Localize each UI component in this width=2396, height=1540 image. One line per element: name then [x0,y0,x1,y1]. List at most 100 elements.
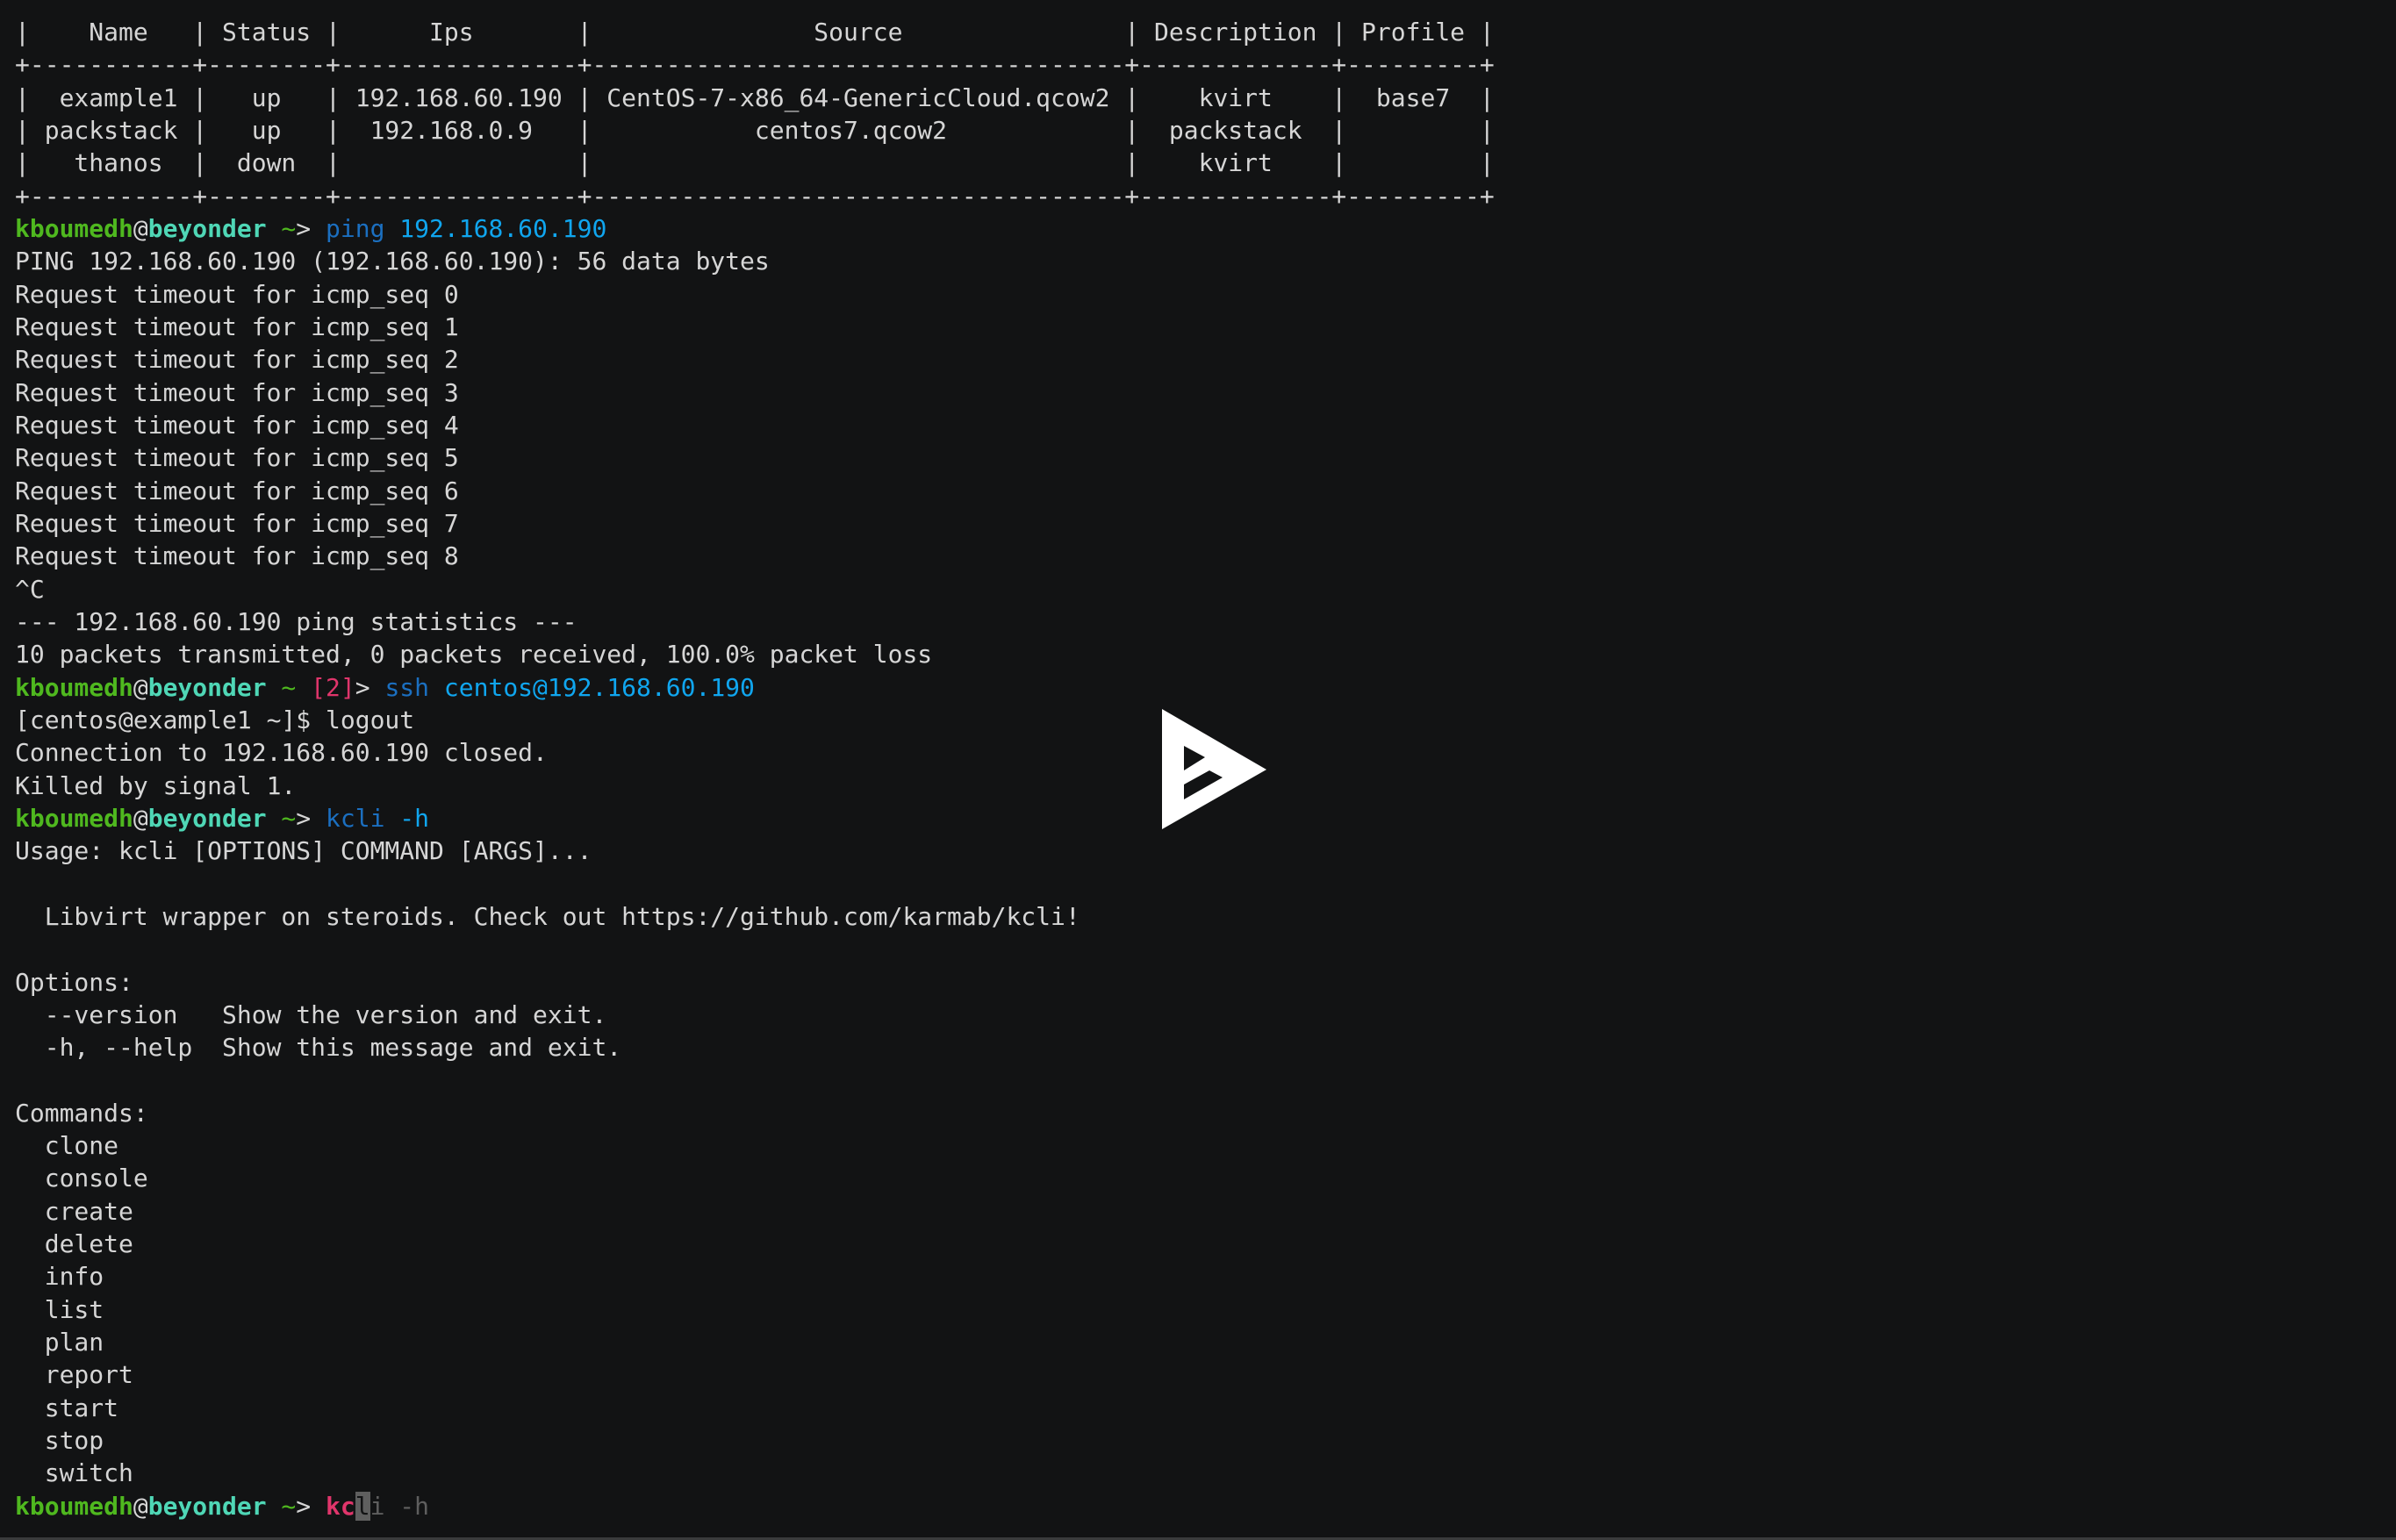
terminal-line: | Name | Status | Ips | Source | Descrip… [15,16,1495,48]
prompt-host: beyonder [147,1491,267,1521]
terminal-line: -h, --help Show this message and exit. [15,1031,1495,1064]
terminal-line: Request timeout for icmp_seq 8 [15,540,1495,572]
terminal-line: plan [15,1326,1495,1358]
prompt-user: kboumedh [15,213,133,243]
prompt-arrow: > [296,213,326,243]
autosuggestion: i -h [369,1491,430,1521]
prompt-user: kboumedh [15,672,133,702]
terminal-line: Libvirt wrapper on steroids. Check out h… [15,900,1495,933]
terminal-line: Request timeout for icmp_seq 4 [15,409,1495,441]
output-text: info [15,1262,104,1292]
terminal-line: Request timeout for icmp_seq 2 [15,343,1495,376]
output-text: PING 192.168.60.190 (192.168.60.190): 56… [15,247,770,276]
terminal-line: PING 192.168.60.190 (192.168.60.190): 56… [15,245,1495,277]
output-text: list [15,1294,104,1324]
output-text: --version Show the version and exit. [15,999,607,1029]
terminal-line: --- 192.168.60.190 ping statistics --- [15,605,1495,638]
terminal-line: start [15,1392,1495,1424]
output-text: Request timeout for icmp_seq 4 [15,410,459,440]
output-text: Request timeout for icmp_seq 1 [15,312,459,341]
prompt-arrow: > [296,1491,326,1521]
terminal-line: 10 packets transmitted, 0 packets receiv… [15,638,1495,670]
output-text: Killed by signal 1. [15,770,297,800]
output-text: Request timeout for icmp_seq 3 [15,377,459,407]
terminal-line: Request timeout for icmp_seq 6 [15,475,1495,507]
output-text: +-----------+--------+----------------+-… [15,181,1495,211]
output-text: --- 192.168.60.190 ping statistics --- [15,606,577,636]
output-text: Request timeout for icmp_seq 6 [15,476,459,505]
terminal-line: stop [15,1424,1495,1457]
command-name: kcli [326,803,385,833]
typed-input: kc [326,1491,355,1521]
command-args: 192.168.60.190 [384,213,607,243]
prompt-cwd: ~ [266,1491,297,1521]
terminal-line: info [15,1260,1495,1293]
output-text: Request timeout for icmp_seq 0 [15,279,459,309]
terminal-line: kboumedh@beyonder ~> ping 192.168.60.190 [15,212,1495,245]
terminal-line: +-----------+--------+----------------+-… [15,48,1495,81]
prompt-at: @ [133,213,148,243]
output-text: Options: [15,967,133,997]
output-text: console [15,1164,148,1193]
prompt-user: kboumedh [15,1491,133,1521]
asciinema-play-icon[interactable] [1150,702,1281,847]
terminal-line: | packstack | up | 192.168.0.9 | centos7… [15,114,1495,147]
output-text: | thanos | down | | | kvirt | | [15,148,1495,178]
output-text: | Name | Status | Ips | Source | Descrip… [15,18,1495,47]
output-text: start [15,1393,119,1422]
output-text: stop [15,1426,104,1456]
terminal-line: Request timeout for icmp_seq 7 [15,507,1495,540]
prompt-cwd: ~ [266,672,312,702]
prompt-arrow: > [355,672,385,702]
command-args: -h [384,803,430,833]
terminal-line: Commands: [15,1097,1495,1129]
cursor: l [355,1491,370,1521]
terminal-line: create [15,1195,1495,1228]
terminal-line: report [15,1358,1495,1391]
output-text: create [15,1196,133,1226]
command-args: centos@192.168.60.190 [429,672,755,702]
terminal-line: console [15,1162,1495,1194]
output-text: 10 packets transmitted, 0 packets receiv… [15,640,933,670]
terminal-line: kboumedh@beyonder ~ [2]> ssh centos@192.… [15,671,1495,704]
prompt-cwd: ~ [266,213,297,243]
prompt-arrow: > [296,803,326,833]
prompt-at: @ [133,1491,148,1521]
output-text: +-----------+--------+----------------+-… [15,50,1495,80]
terminal-line: clone [15,1129,1495,1162]
output-text: Request timeout for icmp_seq 8 [15,541,459,571]
terminal-line: | thanos | down | | | kvirt | | [15,147,1495,179]
terminal-line: Request timeout for icmp_seq 1 [15,311,1495,343]
output-text: Request timeout for icmp_seq 5 [15,443,459,473]
output-text: delete [15,1229,133,1259]
prompt-at: @ [133,672,148,702]
output-text: Usage: kcli [OPTIONS] COMMAND [ARGS]... [15,836,592,866]
output-text: Request timeout for icmp_seq 7 [15,508,459,538]
output-text: | example1 | up | 192.168.60.190 | CentO… [15,82,1495,112]
output-text: switch [15,1458,133,1488]
prompt-exit-code: [2] [311,672,355,702]
prompt-at: @ [133,803,148,833]
output-text: Request timeout for icmp_seq 2 [15,345,459,375]
output-text: | packstack | up | 192.168.0.9 | centos7… [15,115,1495,145]
terminal-line: delete [15,1228,1495,1260]
output-text: report [15,1360,133,1390]
output-text: Commands: [15,1098,148,1128]
terminal-line: switch [15,1457,1495,1489]
prompt-host: beyonder [147,803,267,833]
terminal-line: ^C [15,573,1495,605]
prompt-host: beyonder [147,213,267,243]
output-text: Connection to 192.168.60.190 closed. [15,738,548,768]
terminal-line: +-----------+--------+----------------+-… [15,180,1495,212]
terminal-line: Options: [15,966,1495,999]
output-text: [centos@example1 ~]$ logout [15,705,415,734]
output-text: -h, --help Show this message and exit. [15,1033,622,1063]
terminal-line: Request timeout for icmp_seq 0 [15,278,1495,311]
prompt-cwd: ~ [266,803,297,833]
command-name: ssh [384,672,430,702]
output-text: clone [15,1131,119,1161]
terminal-line: Request timeout for icmp_seq 3 [15,376,1495,409]
